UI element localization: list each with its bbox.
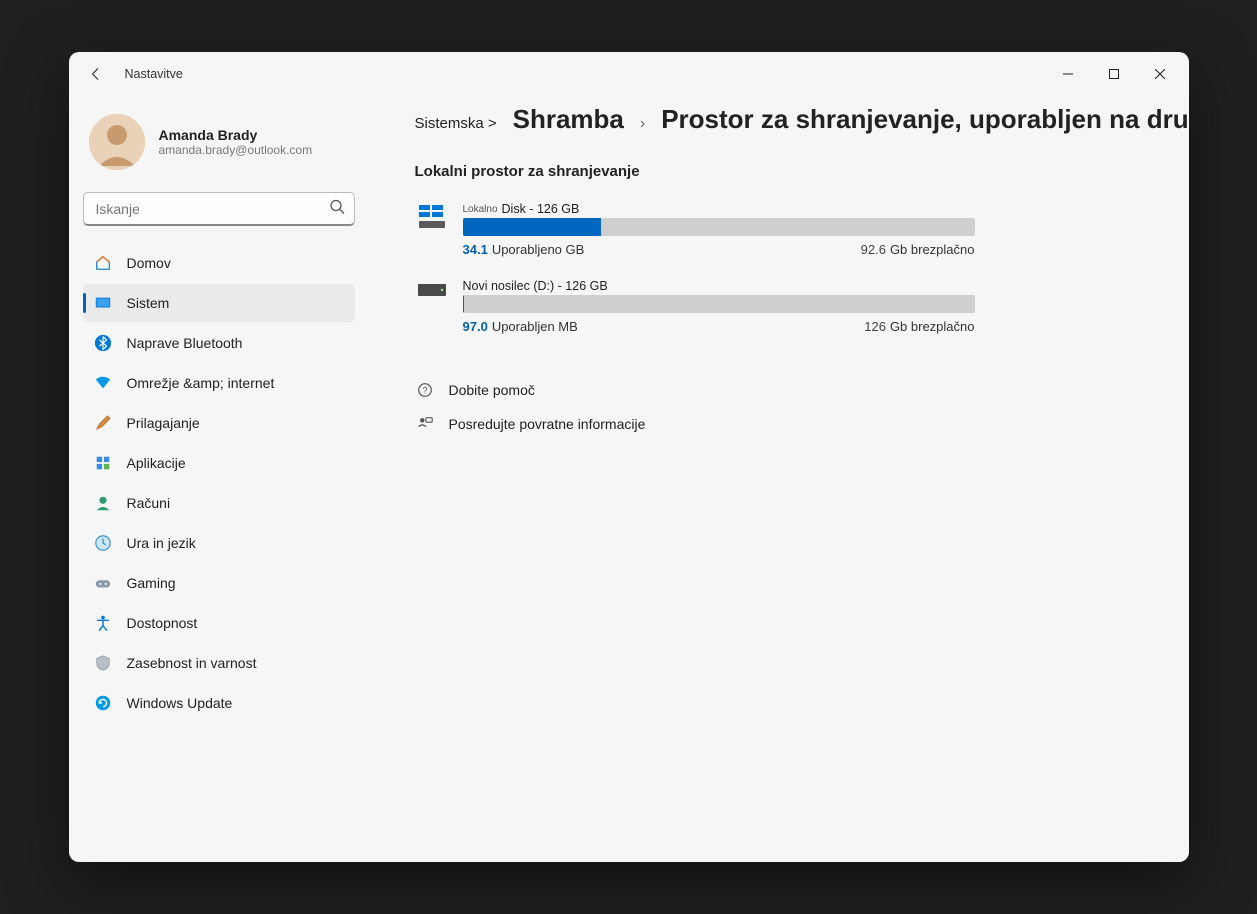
profile-email: amanda.brady@outlook.com xyxy=(159,143,313,157)
sidebar-item-accessibility[interactable]: Dostopnost xyxy=(83,604,355,642)
sidebar-item-label: Dostopnost xyxy=(127,615,198,631)
shield-icon xyxy=(93,653,113,673)
used-value: 97.0 xyxy=(463,319,488,334)
system-icon xyxy=(93,293,113,313)
sidebar-item-accounts[interactable]: Računi xyxy=(83,484,355,522)
sidebar-item-label: Prilagajanje xyxy=(127,415,200,431)
sidebar-item-gaming[interactable]: Gaming xyxy=(83,564,355,602)
sidebar-item-time-language[interactable]: Ura in jezik xyxy=(83,524,355,562)
titlebar: Nastavitve xyxy=(69,52,1189,96)
drive-name: Novi nosilec (D:) - 126 GB xyxy=(463,279,608,293)
free-label: Gb brezplačno xyxy=(890,242,975,257)
free-value: 92.6 xyxy=(861,242,886,257)
used-label: Uporabljen MB xyxy=(492,319,578,334)
close-icon xyxy=(1155,69,1165,79)
accessibility-icon xyxy=(93,613,113,633)
used-label: Uporabljeno GB xyxy=(492,242,585,257)
drive-name: Disk - 126 GB xyxy=(502,202,580,216)
sidebar-item-label: Ura in jezik xyxy=(127,535,196,551)
get-help-link[interactable]: ? Dobite pomoč xyxy=(415,380,1189,400)
sidebar-item-label: Windows Update xyxy=(127,695,233,711)
sidebar-item-windows-update[interactable]: Windows Update xyxy=(83,684,355,722)
sidebar-item-label: Aplikacije xyxy=(127,455,186,471)
system-drive-icon xyxy=(415,202,449,257)
give-feedback-link[interactable]: Posredujte povratne informacije xyxy=(415,414,1189,434)
main-content: Sistemska > Shramba › Prostor za shranje… xyxy=(369,96,1189,862)
paintbrush-icon xyxy=(93,413,113,433)
arrow-left-icon xyxy=(89,67,103,81)
sidebar-item-label: Zasebnost in varnost xyxy=(127,655,257,671)
section-title: Lokalni prostor za shranjevanje xyxy=(415,163,1189,180)
breadcrumb-storage[interactable]: Shramba xyxy=(513,104,624,135)
apps-icon xyxy=(93,453,113,473)
sidebar-item-label: Omrežje &amp; internet xyxy=(127,375,275,391)
profile-block[interactable]: Amanda Brady amanda.brady@outlook.com xyxy=(83,104,355,186)
chevron-right-icon: › xyxy=(640,115,645,133)
drive-item[interactable]: Lokalno Disk - 126 GB 34.1 Uporabljeno GB… xyxy=(415,202,975,257)
drive-local-tag: Lokalno xyxy=(463,204,498,215)
sidebar-item-personalization[interactable]: Prilagajanje xyxy=(83,404,355,442)
bluetooth-icon xyxy=(93,333,113,353)
sidebar-item-home[interactable]: Domov xyxy=(83,244,355,282)
sidebar: Amanda Brady amanda.brady@outlook.com Do… xyxy=(69,96,369,862)
minimize-icon xyxy=(1063,69,1073,79)
used-value: 34.1 xyxy=(463,242,488,257)
search-icon xyxy=(329,199,345,220)
update-icon xyxy=(93,693,113,713)
svg-text:?: ? xyxy=(422,386,427,396)
maximize-icon xyxy=(1109,69,1119,79)
sidebar-item-label: Računi xyxy=(127,495,171,511)
settings-window: Nastavitve Amanda Brady amanda.brady@ou xyxy=(69,52,1189,862)
sidebar-item-bluetooth[interactable]: Naprave Bluetooth xyxy=(83,324,355,362)
drive-icon xyxy=(415,279,449,334)
wifi-icon xyxy=(93,373,113,393)
window-title: Nastavitve xyxy=(125,67,183,81)
minimize-button[interactable] xyxy=(1045,58,1091,90)
sidebar-item-privacy[interactable]: Zasebnost in varnost xyxy=(83,644,355,682)
free-value: 126 xyxy=(864,319,886,334)
back-button[interactable] xyxy=(85,63,107,85)
person-icon xyxy=(93,493,113,513)
avatar xyxy=(89,114,145,170)
drive-item[interactable]: Novi nosilec (D:) - 126 GB 97.0 Uporablje… xyxy=(415,279,975,334)
sidebar-item-label: Gaming xyxy=(127,575,176,591)
sidebar-item-label: Naprave Bluetooth xyxy=(127,335,243,351)
storage-bar xyxy=(463,295,975,313)
close-button[interactable] xyxy=(1137,58,1183,90)
help-label: Dobite pomoč xyxy=(449,382,535,398)
profile-name: Amanda Brady xyxy=(159,127,313,143)
breadcrumb-current: Prostor za shranjevanje, uporabljen na d… xyxy=(661,104,1188,135)
storage-bar-fill xyxy=(463,218,601,236)
storage-bar xyxy=(463,218,975,236)
gamepad-icon xyxy=(93,573,113,593)
feedback-label: Posredujte povratne informacije xyxy=(449,416,646,432)
sidebar-item-label: Domov xyxy=(127,255,171,271)
free-label: Gb brezplačno xyxy=(890,319,975,334)
feedback-icon xyxy=(415,414,435,434)
clock-globe-icon xyxy=(93,533,113,553)
sidebar-item-label: Sistem xyxy=(127,295,170,311)
sidebar-item-network[interactable]: Omrežje &amp; internet xyxy=(83,364,355,402)
home-icon xyxy=(93,253,113,273)
sidebar-item-system[interactable]: Sistem xyxy=(83,284,355,322)
maximize-button[interactable] xyxy=(1091,58,1137,90)
sidebar-item-apps[interactable]: Aplikacije xyxy=(83,444,355,482)
search-input[interactable] xyxy=(83,192,355,226)
storage-bar-fill xyxy=(463,295,464,313)
breadcrumb-system[interactable]: Sistemska > xyxy=(415,115,497,132)
breadcrumb: Sistemska > Shramba › Prostor za shranje… xyxy=(415,104,1189,135)
help-icon: ? xyxy=(415,380,435,400)
